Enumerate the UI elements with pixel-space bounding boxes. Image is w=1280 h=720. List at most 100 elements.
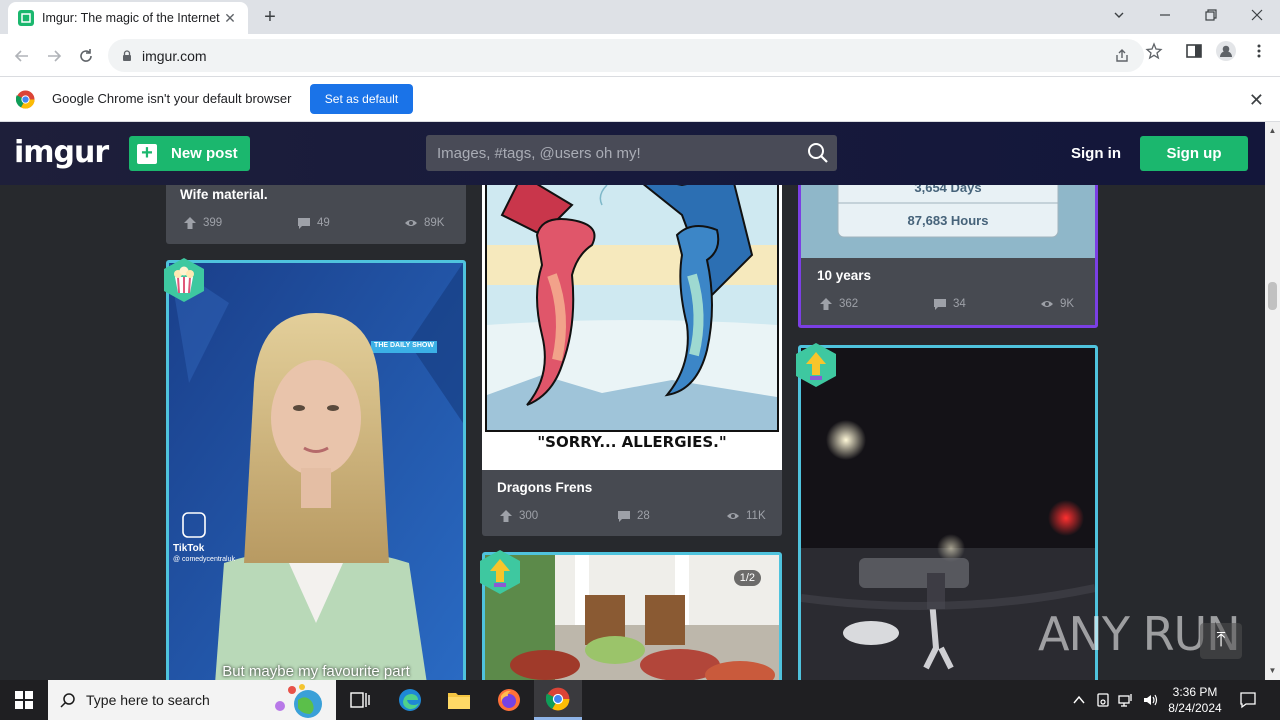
profile-avatar-icon[interactable] (1216, 41, 1236, 61)
upvote-count: 399 (203, 217, 223, 229)
tiktok-watermark: TikTok (173, 543, 205, 554)
taskbar-search-icon (60, 693, 75, 708)
page-counter: 1/2 (733, 570, 761, 586)
upvote-icon (820, 298, 832, 310)
upvote-stat[interactable]: 399 (183, 216, 222, 230)
post-card[interactable]: THE DAILY SHOW TikTok @ comedycentraluk … (166, 260, 466, 680)
upvote-stat[interactable]: 362 (819, 297, 858, 311)
post-card[interactable]: 3,654 Days 87,683 Hours 10 years 362 34 … (798, 185, 1098, 328)
set-as-default-button[interactable]: Set as default (310, 84, 413, 114)
comment-stat[interactable]: 28 (617, 509, 650, 523)
view-count: 9K (1060, 298, 1075, 310)
chrome-taskbar-icon[interactable] (534, 680, 582, 720)
close-window-icon[interactable] (1234, 0, 1280, 30)
scroll-down-arrow-icon[interactable]: ▼ (1268, 666, 1277, 675)
video-caption: But maybe my favourite part (222, 663, 410, 680)
imgur-favicon-icon (18, 10, 34, 26)
sign-in-link[interactable]: Sign in (1071, 145, 1121, 162)
comment-icon (934, 299, 946, 310)
task-view-icon[interactable] (336, 680, 384, 720)
restore-icon[interactable] (1188, 0, 1234, 30)
url-text: imgur.com (142, 47, 207, 64)
comment-stat[interactable]: 49 (297, 216, 330, 230)
windows-start-icon[interactable] (0, 680, 48, 720)
tray-chevron-up-icon[interactable] (1071, 692, 1087, 708)
comment-icon (298, 218, 310, 229)
network-icon[interactable] (1118, 692, 1134, 708)
default-browser-infobar: Google Chrome isn't your default browser… (0, 77, 1280, 122)
view-count: 89K (424, 217, 445, 229)
upvote-trophy-badge-icon (480, 550, 520, 594)
page-scrollbar[interactable]: ▲ ▼ (1265, 122, 1280, 680)
comment-icon (618, 511, 630, 522)
edge-browser-icon[interactable] (386, 680, 434, 720)
scroll-up-arrow-icon[interactable]: ▲ (1268, 126, 1277, 135)
search-box[interactable] (426, 135, 837, 171)
infobar-message: Google Chrome isn't your default browser (52, 91, 292, 106)
scroll-to-top-icon[interactable]: ⤒ (1200, 623, 1242, 659)
browser-tab[interactable]: Imgur: The magic of the Internet ✕ (8, 2, 248, 34)
search-input[interactable] (437, 144, 797, 162)
taskbar-search-box[interactable]: Type here to search (48, 680, 336, 720)
comment-count: 34 (953, 298, 966, 310)
clock-time: 3:36 PM (1172, 685, 1218, 699)
upvote-count: 362 (839, 298, 859, 310)
windows-taskbar: Type here to search 3:36 PM 8/24/2024 (0, 680, 1280, 720)
reload-icon[interactable] (74, 44, 98, 68)
sign-up-button[interactable]: Sign up (1140, 136, 1248, 171)
post-title: Dragons Frens (497, 480, 593, 495)
upvote-count: 300 (519, 510, 539, 522)
views-stat: 11K (726, 509, 766, 523)
lock-icon[interactable] (120, 49, 134, 63)
new-tab-icon[interactable]: + (258, 6, 282, 30)
upvote-icon (184, 217, 196, 229)
infobar-close-icon[interactable]: ✕ (1249, 90, 1264, 111)
views-stat: 89K (404, 216, 444, 230)
post-card[interactable]: 1/2 (482, 552, 782, 680)
back-icon[interactable] (10, 44, 34, 68)
chrome-menu-icon[interactable] (1250, 42, 1268, 60)
minimize-icon[interactable] (1142, 0, 1188, 30)
search-highlight-globe-icon (275, 684, 322, 718)
comic-caption: "SORRY... ALLERGIES." (537, 433, 727, 451)
tab-strip: Imgur: The magic of the Internet ✕ + (0, 0, 1280, 34)
clock-date: 8/24/2024 (1168, 701, 1222, 715)
tray-device-icon[interactable] (1095, 692, 1111, 708)
share-icon[interactable] (1113, 47, 1131, 65)
bookmark-star-icon[interactable] (1145, 42, 1163, 60)
tab-close-icon[interactable]: ✕ (222, 10, 238, 27)
tiktok-handle: @ comedycentraluk (173, 556, 235, 563)
days-counter: 3,654 Days (914, 185, 982, 195)
notification-center-icon[interactable] (1239, 691, 1257, 709)
side-panel-icon[interactable] (1185, 42, 1203, 60)
scrollbar-thumb[interactable] (1268, 282, 1277, 310)
post-card[interactable]: Wife material. 399 49 89K (166, 185, 466, 244)
view-count: 11K (746, 510, 766, 522)
post-video-thumbnail (169, 263, 463, 680)
forward-icon[interactable] (42, 44, 66, 68)
taskbar-search-placeholder: Type here to search (86, 692, 210, 708)
new-post-button[interactable]: + New post (129, 136, 250, 171)
post-title: Wife material. (180, 187, 268, 202)
system-clock[interactable]: 3:36 PM 8/24/2024 (1160, 684, 1230, 716)
imgur-logo[interactable]: imgur (14, 135, 109, 170)
post-image-dragons (482, 185, 782, 470)
popcorn-badge-icon (164, 258, 204, 302)
browser-toolbar: imgur.com (0, 34, 1280, 77)
post-card[interactable]: "SORRY... ALLERGIES." Dragons Frens 300 … (482, 185, 782, 536)
show-tag: THE DAILY SHOW (374, 342, 434, 349)
eye-icon (727, 513, 739, 519)
imgur-header: imgur + New post Sign in Sign up (0, 122, 1265, 185)
hours-counter: 87,683 Hours (907, 213, 989, 228)
file-explorer-icon[interactable] (435, 680, 483, 720)
address-bar[interactable]: imgur.com (108, 39, 1144, 72)
firefox-icon[interactable] (485, 680, 533, 720)
volume-icon[interactable] (1142, 692, 1158, 708)
comment-count: 28 (637, 510, 650, 522)
views-stat: 9K (1040, 297, 1074, 311)
tab-search-chevron-icon[interactable] (1096, 0, 1142, 30)
search-icon[interactable] (807, 142, 829, 164)
post-title: 10 years (817, 268, 872, 283)
upvote-stat[interactable]: 300 (499, 509, 538, 523)
comment-stat[interactable]: 34 (933, 297, 966, 311)
